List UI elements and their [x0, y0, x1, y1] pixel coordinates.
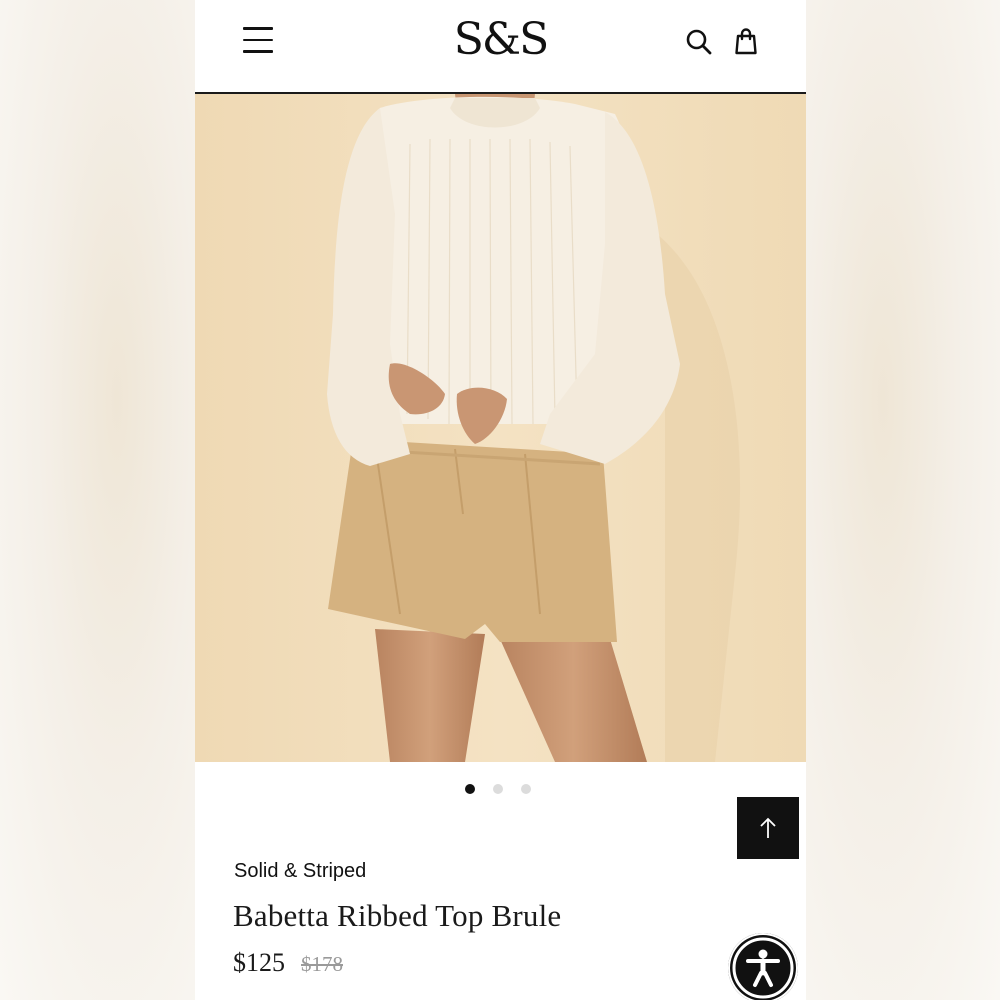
arrow-up-icon [760, 817, 776, 838]
product-title: Babetta Ribbed Top Brule [233, 898, 562, 933]
product-hero-image[interactable] [195, 94, 806, 762]
sale-price: $125 [233, 948, 285, 977]
background-left-blur [0, 0, 195, 1000]
background-right-blur [805, 0, 1000, 1000]
gallery-dot-2[interactable] [493, 784, 503, 794]
gallery-pagination [195, 784, 806, 796]
accessibility-person-icon [732, 937, 794, 999]
shopping-bag-icon[interactable] [733, 27, 759, 55]
gallery-dot-3[interactable] [521, 784, 531, 794]
original-price: $178 [301, 952, 343, 976]
gallery-dot-1[interactable] [465, 784, 475, 794]
product-brand[interactable]: Solid & Striped [234, 860, 366, 883]
search-icon[interactable] [685, 28, 713, 56]
model-illustration [195, 94, 806, 762]
product-page: S&S Solid & Striped Babetta Ribbed Top B… [195, 0, 806, 1000]
site-header: S&S [195, 0, 806, 94]
back-to-top-button[interactable] [737, 797, 799, 859]
brand-logo[interactable]: S&S [195, 14, 806, 65]
accessibility-button[interactable] [728, 933, 798, 1000]
